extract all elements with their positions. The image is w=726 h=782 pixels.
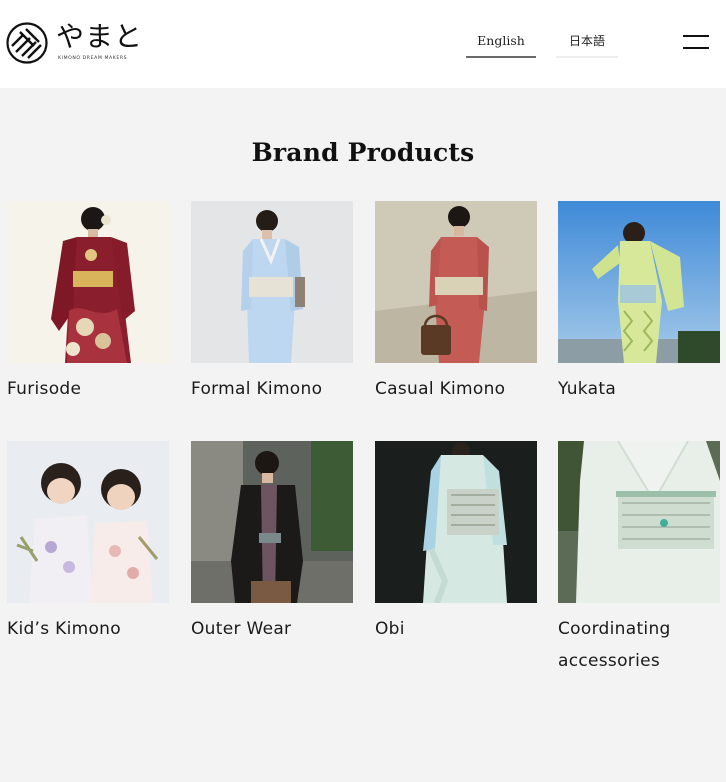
page-title: Brand Products — [251, 138, 475, 167]
yamato-logo[interactable]: やまと KIMONO DREAM MAKERS — [6, 20, 142, 64]
logo-wordmark: やまと — [56, 20, 144, 53]
language-english-tab[interactable]: English — [466, 30, 536, 58]
product-image-formal-kimono — [191, 201, 353, 363]
product-label[interactable]: Furisode — [7, 373, 177, 405]
product-label[interactable]: Coordinating accessories — [558, 613, 726, 677]
site-header: やまと KIMONO DREAM MAKERS English 日本語 — [0, 0, 726, 88]
product-image-furisode — [7, 201, 169, 363]
hamburger-menu-icon[interactable] — [683, 33, 711, 53]
yamato-logo-mark-icon — [6, 22, 48, 64]
product-image-casual-kimono — [375, 201, 537, 363]
product-image-outer-wear — [191, 441, 353, 603]
product-image-yukata — [558, 201, 720, 363]
product-label[interactable]: Formal Kimono — [191, 373, 361, 405]
product-label[interactable]: Kid’s Kimono — [7, 613, 177, 645]
product-label[interactable]: Yukata — [558, 373, 726, 405]
product-image-obi — [375, 441, 537, 603]
language-japanese-tab[interactable]: 日本語 — [556, 30, 618, 58]
product-label[interactable]: Obi — [375, 613, 545, 645]
product-image-kids-kimono — [7, 441, 169, 603]
product-label[interactable]: Casual Kimono — [375, 373, 545, 405]
product-label[interactable]: Outer Wear — [191, 613, 361, 645]
product-image-coordinating-accessories — [558, 441, 720, 603]
logo-tagline: KIMONO DREAM MAKERS — [58, 56, 128, 61]
